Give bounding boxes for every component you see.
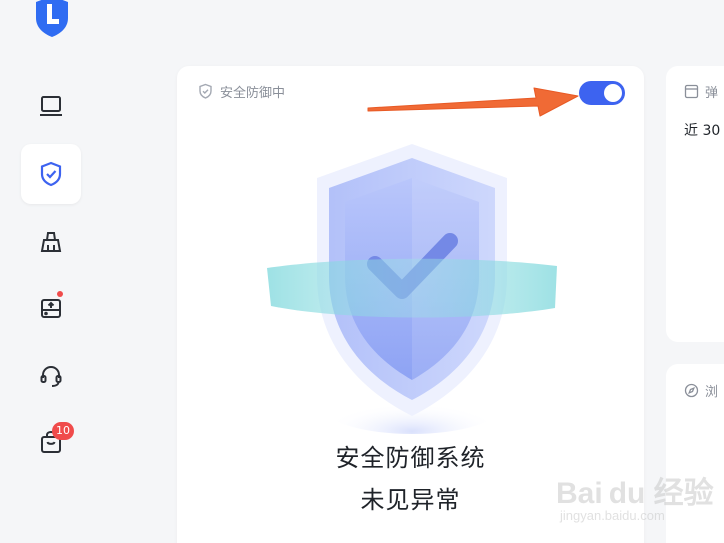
popup-card-body: 近 30 [684, 123, 721, 139]
annotation-arrow [367, 87, 579, 117]
shield-check-icon [40, 161, 62, 187]
sidebar: 10 [0, 0, 102, 543]
sidebar-item-drive[interactable] [21, 278, 81, 338]
headset-icon [40, 365, 62, 387]
popup-card-title: 弹 [705, 86, 719, 101]
browser-card-header: 浏 [684, 381, 718, 400]
browser-card-title: 浏 [705, 385, 719, 400]
protection-toggle[interactable] [579, 81, 625, 105]
watermark-logo-text: Bai du 经验 [556, 477, 714, 510]
sidebar-item-support[interactable] [21, 346, 81, 406]
status-header: 安全防御中 [197, 82, 285, 101]
sidebar-item-security[interactable] [21, 144, 81, 204]
compass-icon [684, 383, 699, 398]
window-icon [684, 84, 699, 99]
popup-card-header: 弹 [684, 82, 718, 101]
watermark-url: jingyan.baidu.com [560, 508, 665, 523]
broom-icon [40, 232, 62, 252]
notification-dot [57, 291, 63, 297]
app-logo-icon[interactable] [32, 0, 72, 38]
shield-illustration [267, 144, 557, 434]
computer-icon [40, 96, 62, 116]
sidebar-item-computer[interactable] [21, 76, 81, 136]
badge-count: 10 [52, 422, 74, 440]
sidebar-item-clean[interactable] [21, 212, 81, 272]
popup-block-card[interactable]: 弹 近 30 [666, 66, 724, 342]
status-label: 安全防御中 [220, 86, 286, 101]
sidebar-item-shop[interactable]: 10 [21, 412, 81, 472]
drive-icon [41, 299, 61, 318]
shield-check-icon [199, 83, 212, 99]
watermark: Bai du 经验 jingyan.baidu.com [556, 468, 714, 528]
toggle-knob [604, 84, 622, 102]
